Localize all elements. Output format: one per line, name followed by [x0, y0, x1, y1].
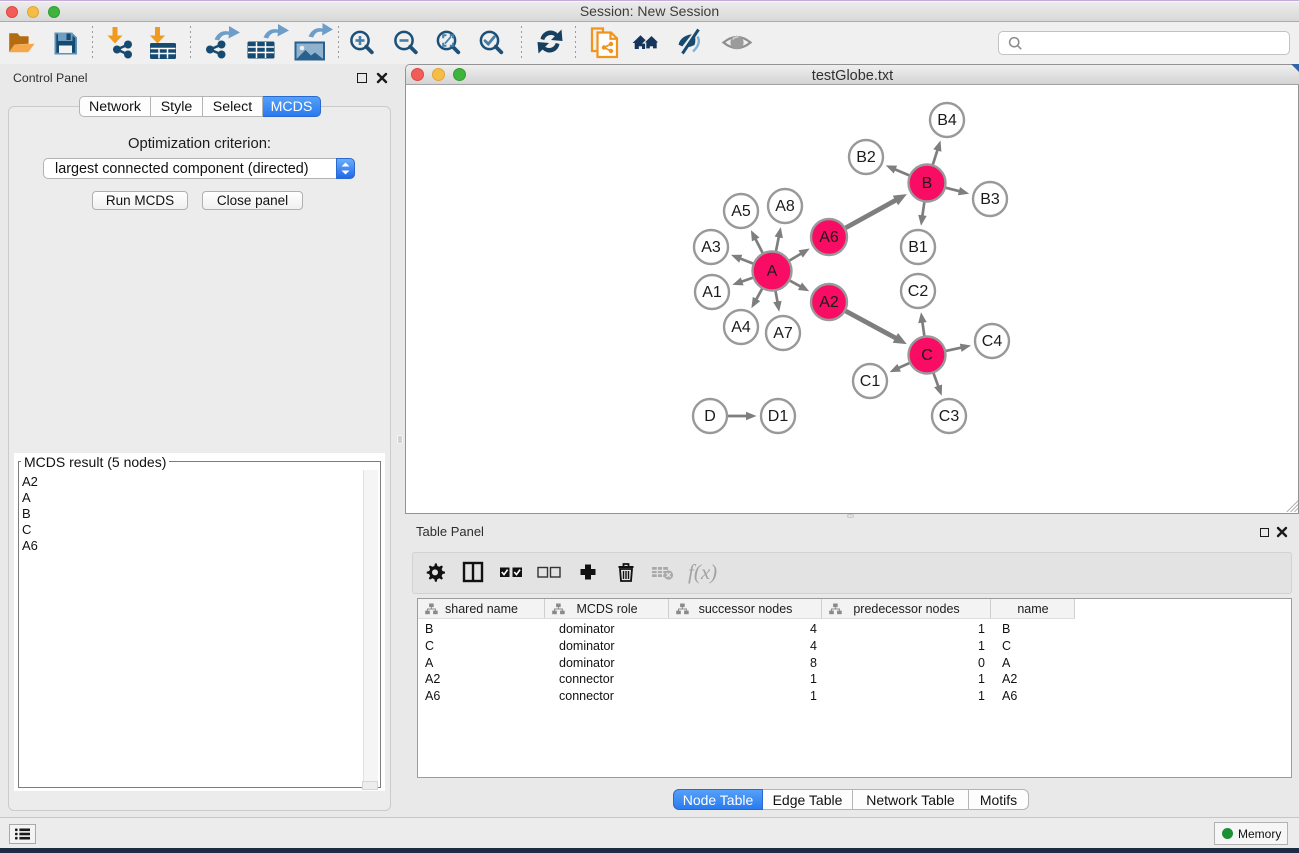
- svg-text:A4: A4: [731, 319, 751, 336]
- svg-text:C2: C2: [908, 283, 929, 300]
- svg-text:A8: A8: [775, 198, 795, 215]
- svg-text:A: A: [767, 263, 778, 280]
- svg-text:B: B: [922, 175, 933, 192]
- svg-text:A5: A5: [731, 203, 751, 220]
- svg-text:D: D: [704, 408, 716, 425]
- svg-text:A2: A2: [819, 294, 839, 311]
- svg-text:C: C: [921, 347, 933, 364]
- svg-text:A3: A3: [701, 239, 721, 256]
- svg-text:B4: B4: [937, 112, 957, 129]
- svg-text:A1: A1: [702, 284, 722, 301]
- svg-text:C3: C3: [939, 408, 960, 425]
- svg-text:B1: B1: [908, 239, 928, 256]
- svg-text:D1: D1: [768, 408, 789, 425]
- svg-text:C1: C1: [860, 373, 881, 390]
- svg-text:B3: B3: [980, 191, 1000, 208]
- svg-text:A6: A6: [819, 229, 839, 246]
- svg-text:f(x): f(x): [688, 560, 717, 584]
- svg-text:B2: B2: [856, 149, 876, 166]
- svg-text:A7: A7: [773, 325, 793, 342]
- svg-text:C4: C4: [982, 333, 1003, 350]
